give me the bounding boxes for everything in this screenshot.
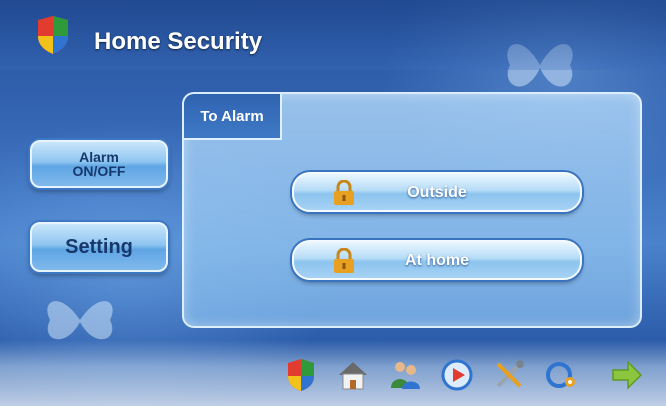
alarm-button-label-line2: ON/OFF [72, 163, 126, 179]
outside-mode-label: Outside [407, 184, 467, 201]
tools-icon[interactable] [492, 358, 526, 392]
shield-logo-icon [38, 16, 68, 54]
tab-to-alarm[interactable]: To Alarm [184, 94, 282, 140]
at-home-mode-button[interactable]: At home [292, 240, 582, 280]
alarm-button-label-line1: Alarm [79, 149, 119, 165]
at-home-mode-label: At home [405, 252, 469, 269]
page-title: Home Security [94, 28, 263, 55]
shield-icon[interactable] [284, 358, 318, 392]
alarm-on-off-button[interactable]: Alarm ON/OFF [30, 140, 168, 188]
screen: Home Security Alarm ON/OFF Setting To Al… [0, 0, 666, 406]
tab-to-alarm-label: To Alarm [200, 107, 264, 125]
people-icon[interactable] [388, 358, 422, 392]
outside-mode-button[interactable]: Outside [292, 172, 582, 212]
setting-button-label: Setting [65, 235, 133, 258]
media-play-icon[interactable] [440, 358, 474, 392]
arrow-right-icon[interactable] [610, 358, 644, 392]
setting-button[interactable]: Setting [30, 222, 168, 272]
home-icon[interactable] [336, 358, 370, 392]
network-icon[interactable] [544, 358, 578, 392]
